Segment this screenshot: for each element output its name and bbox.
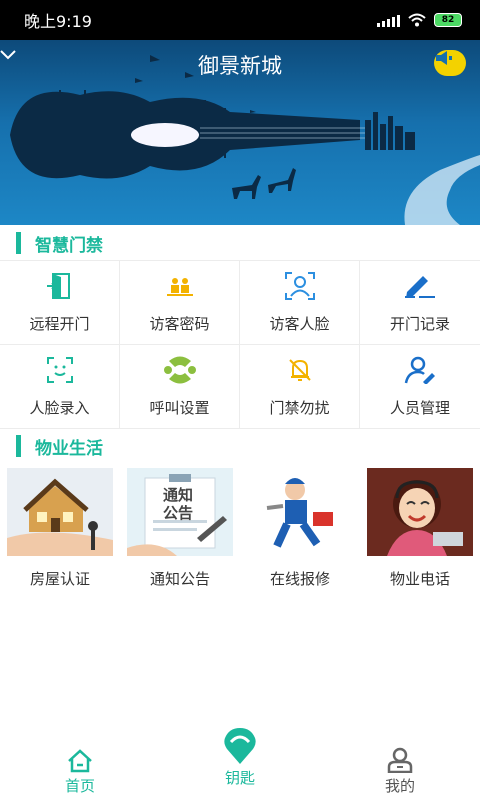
phone-operator-image (367, 468, 473, 556)
card-repair[interactable]: 在线报修 (240, 468, 360, 598)
grid-item-label: 访客人脸 (269, 315, 330, 333)
header-banner: 御景新城 (0, 40, 480, 225)
bottom-nav: 首页 钥匙 我的 (0, 728, 480, 800)
grid-item-label: 门禁勿扰 (269, 399, 330, 417)
visitor-password-icon (163, 271, 197, 301)
home-icon (68, 749, 92, 773)
wifi-icon (408, 13, 426, 27)
grid-item-label: 呼叫设置 (149, 399, 210, 417)
house-key-image (7, 468, 113, 556)
grid-item-open-record[interactable]: 开门记录 (360, 261, 480, 345)
card-label: 物业电话 (389, 570, 450, 588)
section-header-access: 智慧门禁 (0, 225, 480, 261)
face-user-icon (283, 271, 317, 301)
grid-item-personnel[interactable]: 人员管理 (360, 345, 480, 429)
card-notice[interactable]: 通知公告 通知公告 (120, 468, 240, 598)
card-label: 通知公告 (149, 570, 210, 588)
grid-item-call-settings[interactable]: 呼叫设置 (120, 345, 240, 429)
nav-mine[interactable]: 我的 (340, 747, 460, 796)
nav-key-label: 钥匙 (224, 769, 255, 787)
grid-item-label: 开门记录 (389, 315, 450, 333)
nav-home[interactable]: 首页 (20, 749, 140, 796)
grid-item-remote-open[interactable]: 远程开门 (0, 261, 120, 345)
edit-record-icon (403, 271, 437, 301)
community-selector[interactable]: 御景新城 (0, 50, 480, 80)
status-icons: 82 (377, 13, 462, 27)
section-title: 智慧门禁 (35, 235, 103, 256)
section-accent-bar (16, 232, 21, 254)
face-scan-icon (43, 355, 77, 385)
door-open-icon (43, 271, 77, 301)
grid-item-label: 人脸录入 (29, 399, 90, 417)
user-icon (387, 747, 413, 773)
section-title: 物业生活 (35, 438, 103, 459)
key-icon (224, 728, 256, 764)
battery-icon: 82 (434, 13, 462, 27)
card-house-certification[interactable]: 房屋认证 (0, 468, 120, 598)
notice-board-image: 通知公告 (127, 468, 233, 556)
notice-image-text: 通知公告 (163, 486, 194, 522)
grid-item-do-not-disturb[interactable]: 门禁勿扰 (240, 345, 360, 429)
property-cards: 房屋认证 通知公告 通知公告 在线报修 物业电话 (0, 468, 480, 598)
user-manage-icon (403, 355, 437, 385)
nav-mine-label: 我的 (384, 777, 415, 795)
section-accent-bar (16, 435, 21, 457)
grid-item-visitor-password[interactable]: 访客密码 (120, 261, 240, 345)
grid-item-visitor-face[interactable]: 访客人脸 (240, 261, 360, 345)
status-time: 晚上9:19 (24, 12, 92, 31)
grid-item-face-enroll[interactable]: 人脸录入 (0, 345, 120, 429)
status-bar: 晚上9:19 82 (0, 0, 480, 40)
bell-off-icon (283, 355, 317, 385)
battery-level: 82 (441, 15, 455, 25)
grid-item-label: 人员管理 (389, 399, 450, 417)
section-header-property: 物业生活 (0, 428, 480, 464)
grid-item-label: 访客密码 (149, 315, 210, 333)
signal-icon (377, 13, 400, 27)
card-label: 在线报修 (269, 570, 330, 588)
announcement-button[interactable] (434, 50, 466, 76)
access-grid: 远程开门 访客密码 访客人脸 开门记录 人脸录入 呼叫设置 门禁勿扰 人员管理 (0, 260, 480, 429)
card-label: 房屋认证 (29, 570, 90, 588)
call-settings-icon (163, 355, 197, 385)
chevron-down-icon (0, 50, 16, 60)
nav-key[interactable]: 钥匙 (180, 727, 300, 788)
speaker-icon (436, 51, 452, 65)
nav-home-label: 首页 (64, 777, 95, 795)
community-name: 御景新城 (198, 54, 282, 78)
repairman-image (247, 468, 353, 556)
grid-item-label: 远程开门 (29, 315, 90, 333)
card-property-phone[interactable]: 物业电话 (360, 468, 480, 598)
